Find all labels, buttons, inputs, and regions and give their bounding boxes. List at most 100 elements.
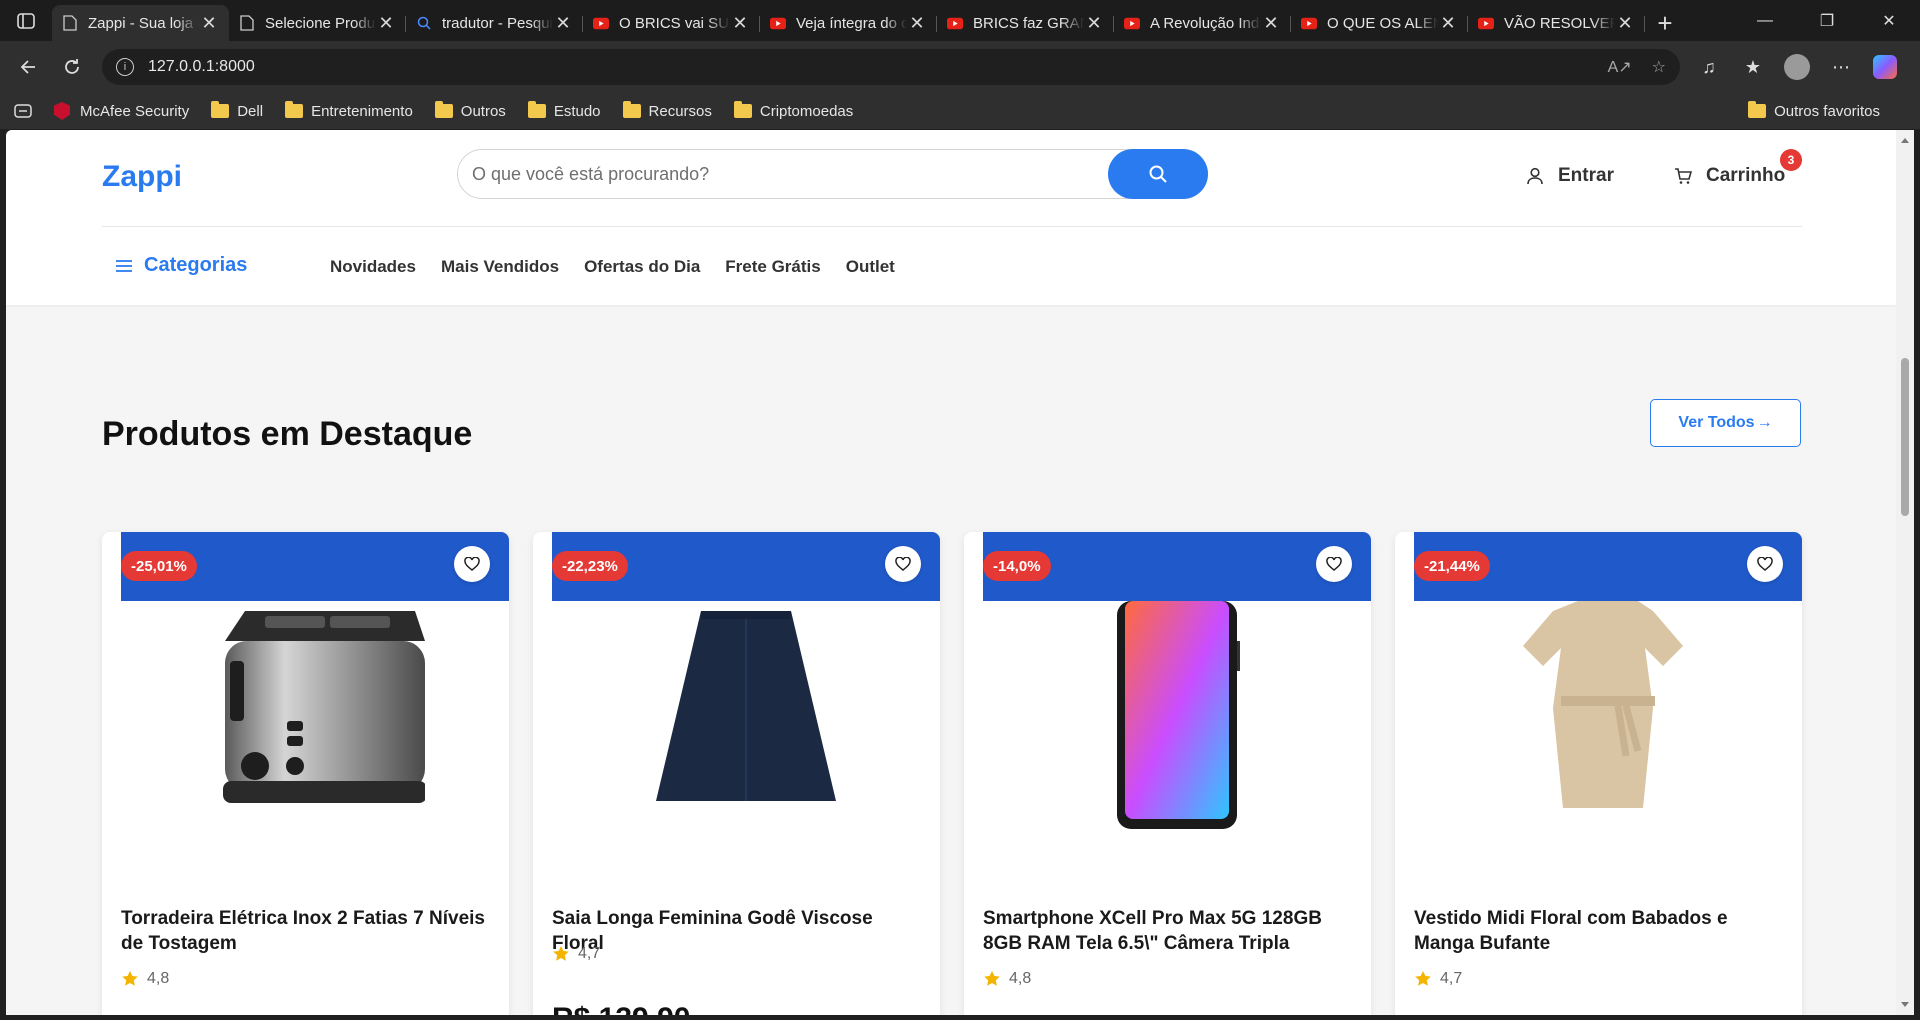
browser-tab[interactable]: A Revolução Industrial✕ <box>1114 5 1291 41</box>
media-control-icon[interactable]: ♫ <box>1690 49 1728 85</box>
browser-tab[interactable]: BRICS faz GRANDE✕ <box>937 5 1114 41</box>
product-card[interactable]: -21,44% Vestido Midi Floral com Babados e… <box>1395 532 1802 1015</box>
browser-tab[interactable]: VÃO RESOLVER ✕ <box>1468 5 1645 41</box>
bookmark-item[interactable]: Dell <box>211 101 263 120</box>
site-header: Zappi Entrar Carrinho 3 Categorias Novid… <box>6 130 1896 305</box>
product-name[interactable]: Smartphone XCell Pro Max 5G 128GB 8GB RA… <box>983 906 1353 956</box>
reading-list-button[interactable] <box>14 104 32 118</box>
product-image[interactable] <box>1414 601 1802 841</box>
section-title: Produtos em Destaque <box>102 415 473 453</box>
copilot-icon <box>1873 55 1897 79</box>
close-tab-icon[interactable]: ✕ <box>376 13 396 34</box>
browser-tab[interactable]: O BRICS vai SUBSTITUIR✕ <box>583 5 760 41</box>
page-scrollbar[interactable] <box>1896 130 1914 1015</box>
login-button[interactable]: Entrar <box>1526 165 1614 187</box>
cart-count-badge: 3 <box>1780 149 1802 171</box>
browser-tab-bar: Zappi - Sua loja online✕Selecione Produt… <box>0 0 1920 41</box>
product-image[interactable] <box>552 601 940 841</box>
close-tab-icon[interactable]: ✕ <box>730 13 750 34</box>
product-image[interactable] <box>983 601 1371 841</box>
browser-tab[interactable]: tradutor - Pesquisar✕ <box>406 5 583 41</box>
favorite-button[interactable] <box>1316 546 1352 582</box>
nav-link[interactable]: Novidades <box>330 257 416 277</box>
tab-actions-menu[interactable] <box>0 0 52 41</box>
site-logo[interactable]: Zappi <box>102 160 182 194</box>
favorite-button[interactable] <box>1747 546 1783 582</box>
reading-list-icon <box>14 104 32 118</box>
profile-button[interactable] <box>1778 49 1816 85</box>
browser-tab[interactable]: Selecione Produto ✕ <box>229 5 406 41</box>
browser-tab[interactable]: Zappi - Sua loja online✕ <box>52 5 229 41</box>
bookmark-item[interactable]: Estudo <box>527 101 601 120</box>
bookmark-item[interactable]: Recursos <box>622 101 712 120</box>
discount-badge: -22,23% <box>552 551 628 581</box>
youtube-icon <box>947 15 963 31</box>
scroll-down-icon[interactable] <box>1901 1002 1909 1007</box>
new-tab-button[interactable]: + <box>1645 5 1685 41</box>
cart-button[interactable]: Carrinho 3 <box>1674 149 1802 187</box>
nav-link[interactable]: Ofertas do Dia <box>584 257 700 277</box>
nav-link[interactable]: Outlet <box>846 257 895 277</box>
nav-link[interactable]: Mais Vendidos <box>441 257 559 277</box>
close-tab-icon[interactable]: ✕ <box>907 13 927 34</box>
product-grid: -25,01% Torradeira Elétrica Inox 2 Fatias… <box>102 532 1802 1015</box>
restore-button[interactable]: ❐ <box>1796 0 1858 41</box>
search-button[interactable] <box>1108 149 1208 199</box>
bookmark-item[interactable]: Entretenimento <box>285 101 413 120</box>
read-aloud-icon[interactable]: A↗ <box>1608 57 1632 77</box>
youtube-icon <box>1301 15 1317 31</box>
product-name[interactable]: Torradeira Elétrica Inox 2 Fatias 7 Níve… <box>121 906 491 956</box>
see-all-button[interactable]: Ver Todos → <box>1650 399 1801 447</box>
close-tab-icon[interactable]: ✕ <box>1261 13 1281 34</box>
favorite-button[interactable] <box>454 546 490 582</box>
product-name[interactable]: Saia Longa Feminina Godê Viscose Floral <box>552 906 922 956</box>
mcafee-icon <box>54 102 70 120</box>
categories-menu-button[interactable]: Categorias <box>116 254 247 277</box>
favorite-star-icon[interactable]: ☆ <box>1652 57 1666 77</box>
folder-icon <box>527 101 546 118</box>
reload-button[interactable] <box>50 47 94 87</box>
back-button[interactable] <box>6 47 50 87</box>
product-rating: 4,8 <box>121 970 169 988</box>
search-input[interactable] <box>472 150 1072 198</box>
minimize-button[interactable]: — <box>1734 0 1796 41</box>
close-tab-icon[interactable]: ✕ <box>553 13 573 34</box>
scroll-up-icon[interactable] <box>1901 138 1909 143</box>
main-nav: Novidades Mais Vendidos Ofertas do Dia Fret… <box>330 257 920 277</box>
product-name[interactable]: Vestido Midi Floral com Babados e Manga … <box>1414 906 1784 956</box>
tab-actions-icon <box>17 12 35 29</box>
tab-title: VÃO RESOLVER <box>1504 14 1615 32</box>
product-card[interactable]: -22,23% Saia Longa Feminina Godê Viscose … <box>533 532 940 1015</box>
bookmark-item[interactable]: McAfee Security <box>54 102 189 120</box>
url-text: 127.0.0.1:8000 <box>148 58 255 75</box>
product-card[interactable]: -25,01% Torradeira Elétrica Inox 2 Fatias… <box>102 532 509 1015</box>
browser-tab[interactable]: O QUE OS ALEMÃES✕ <box>1291 5 1468 41</box>
bookmark-item[interactable]: Outros <box>434 101 506 120</box>
close-window-button[interactable]: ✕ <box>1858 0 1920 41</box>
close-tab-icon[interactable]: ✕ <box>1438 13 1458 34</box>
other-favorites[interactable]: Outros favoritos <box>1748 101 1880 120</box>
product-card[interactable]: -14,0% Smartphone XCell Pro Max 5G 128GB … <box>964 532 1371 1015</box>
browser-tab[interactable]: Veja íntegra do discurso✕ <box>760 5 937 41</box>
tab-title: Veja íntegra do discurso <box>796 14 907 32</box>
tab-title: tradutor - Pesquisar <box>442 14 553 32</box>
rating-value: 4,7 <box>1440 970 1463 987</box>
scrollbar-thumb[interactable] <box>1901 358 1909 516</box>
close-tab-icon[interactable]: ✕ <box>199 13 219 34</box>
site-info-icon[interactable]: i <box>116 58 134 76</box>
close-tab-icon[interactable]: ✕ <box>1084 13 1104 34</box>
product-image[interactable] <box>121 601 509 841</box>
discount-badge: -14,0% <box>983 551 1051 581</box>
favorite-button[interactable] <box>885 546 921 582</box>
bookmark-item[interactable]: Criptomoedas <box>733 101 853 120</box>
address-bar[interactable]: i 127.0.0.1:8000 A↗ ☆ <box>102 49 1680 85</box>
copilot-button[interactable] <box>1866 49 1904 85</box>
folder-icon <box>285 101 304 118</box>
more-options-icon[interactable]: ⋯ <box>1822 49 1860 85</box>
close-tab-icon[interactable]: ✕ <box>1615 13 1635 34</box>
tab-title: O QUE OS ALEMÃES <box>1327 14 1438 32</box>
favorites-icon[interactable]: ★ <box>1734 49 1772 85</box>
nav-link[interactable]: Frete Grátis <box>725 257 820 277</box>
product-rating: 4,7 <box>1414 970 1462 988</box>
reload-icon <box>65 59 79 74</box>
